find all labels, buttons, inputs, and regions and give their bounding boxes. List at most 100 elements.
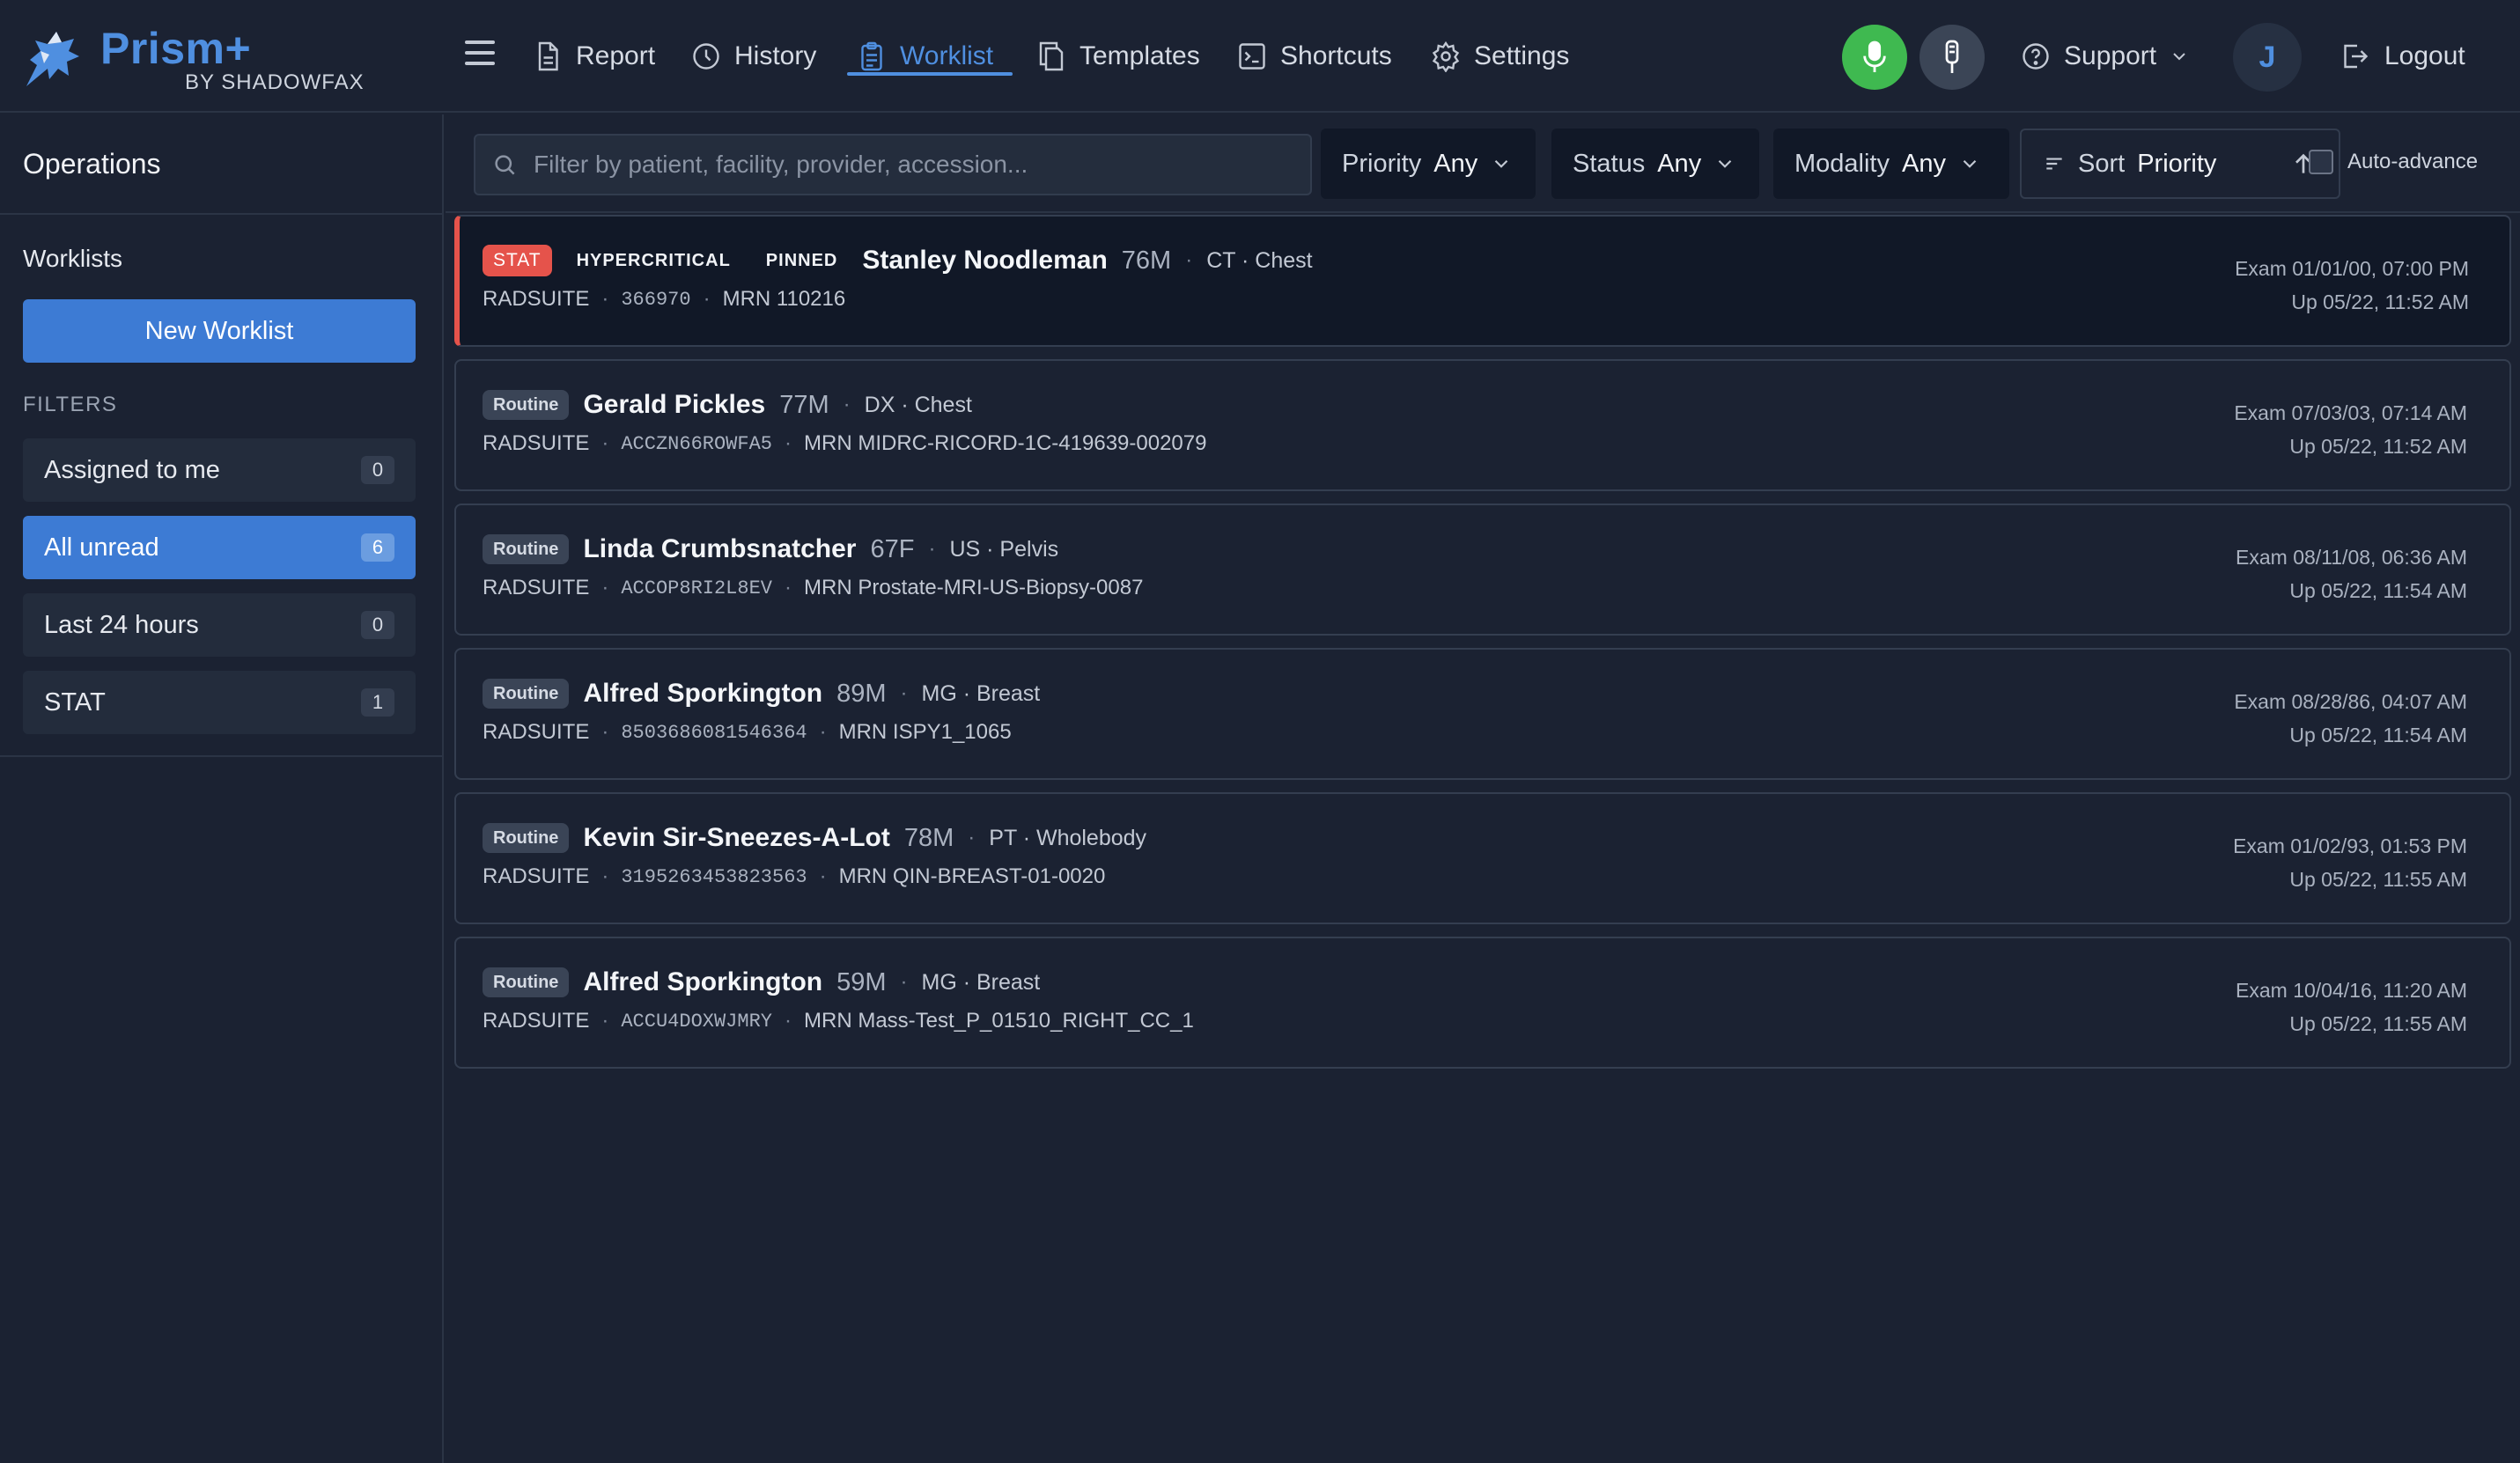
worklist-row[interactable]: Routine Alfred Sporkington 89M · MG · Br… [454,648,2511,780]
dictation-mic-button[interactable] [1842,25,1907,90]
row-header: Routine Kevin Sir-Sneezes-A-Lot 78M · PT… [483,820,1146,856]
user-avatar[interactable]: J [2233,23,2302,92]
nav-shortcuts[interactable]: Shortcuts [1236,32,1392,81]
new-worklist-button[interactable]: New Worklist [23,299,416,363]
filters-heading: FILTERS [23,393,118,416]
patient-name: Gerald Pickles [583,390,766,419]
support-label: Support [2064,41,2157,70]
auto-advance-checkbox[interactable] [2309,150,2333,174]
nav-templates[interactable]: Templates [1035,32,1200,81]
row-header: Routine Gerald Pickles 77M · DX · Chest [483,387,972,423]
separator-dot: · [928,537,936,561]
facility: RADSUITE [483,576,590,599]
filter-last-24-hours[interactable]: Last 24 hours 0 [23,593,416,657]
priority-badge: Routine [483,390,570,420]
help-circle-icon [2023,43,2049,70]
patient-name: Alfred Sporkington [583,679,823,708]
separator-dot: · [968,826,976,849]
menu-icon[interactable] [465,40,500,72]
facility: RADSUITE [483,287,590,311]
separator-dot: · [601,287,609,311]
filter-assigned-to-me[interactable]: Assigned to me 0 [23,438,416,502]
separator-dot: · [601,1009,609,1033]
updated-date: Up 05/22, 11:52 AM [2291,290,2469,313]
row-header: Routine Alfred Sporkington 89M · MG · Br… [483,676,1040,711]
facility: RADSUITE [483,864,590,888]
worklists-heading: Worklists [23,245,123,272]
nav-report-label: Report [576,41,656,70]
sort-control[interactable]: Sort Priority [2020,129,2340,199]
terminal-icon [1239,43,1265,70]
patient-age-sex: 78M [903,823,954,852]
priority-badge: STAT [483,245,552,276]
pen-icon [1945,40,1959,73]
microphone-icon [1863,40,1886,72]
row-dates: Exam 01/02/93, 01:53 PM Up 05/22, 11:55 … [2233,829,2467,896]
row-header: STAT HYPERCRITICAL PINNED Stanley Noodle… [483,243,1313,278]
separator-dot: · [601,720,609,744]
logout-button[interactable]: Logout [2339,32,2465,81]
worklist-row[interactable]: Routine Linda Crumbsnatcher 67F · US · P… [454,504,2511,636]
document-icon [538,41,558,71]
filter-all-unread[interactable]: All unread 6 [23,516,416,579]
divider [0,755,444,757]
logout-icon [2344,44,2369,69]
separator-dot: · [900,681,908,705]
facility: RADSUITE [483,1009,590,1033]
pen-tool-button[interactable] [1919,25,1985,90]
accession-number: ACCZN66ROWFA5 [621,432,772,455]
nav-active-indicator [847,72,1013,76]
filter-label: All unread [44,533,159,562]
modality-bodypart: DX · Chest [864,392,972,417]
facility: RADSUITE [483,431,590,455]
patient-name: Kevin Sir-Sneezes-A-Lot [583,823,890,852]
worklist-row[interactable]: Routine Kevin Sir-Sneezes-A-Lot 78M · PT… [454,792,2511,924]
separator-dot: · [785,1009,792,1033]
sidebar-title: Operations [23,148,161,180]
row-details: RADSUITE · 8503686081546364 · MRN ISPY1_… [483,720,1012,745]
auto-advance-toggle[interactable]: Auto-advance [2309,150,2478,174]
row-dates: Exam 08/11/08, 06:36 AM Up 05/22, 11:54 … [2236,540,2467,607]
exam-date: Exam 01/01/00, 07:00 PM [2235,257,2469,280]
modality-dropdown[interactable]: Modality Any [1773,129,2009,199]
app-name: Prism+ [100,24,252,73]
modality-value: Any [1902,149,1946,178]
brand[interactable]: Prism+ BY SHADOWFAX [18,18,370,97]
worklist-row[interactable]: Routine Gerald Pickles 77M · DX · Chest … [454,359,2511,491]
filter-stat[interactable]: STAT 1 [23,671,416,734]
modality-label: Modality [1794,149,1890,178]
row-details: RADSUITE · ACCZN66ROWFA5 · MRN MIDRC-RIC… [483,431,1206,456]
nav-report[interactable]: Report [532,32,655,81]
patient-age-sex: 67F [870,534,915,563]
hypercritical-tag: HYPERCRITICAL [576,250,731,270]
worklist-row[interactable]: STAT HYPERCRITICAL PINNED Stanley Noodle… [454,215,2511,347]
filter-count-badge: 0 [361,611,394,639]
row-details: RADSUITE · 366970 · MRN 110216 [483,287,845,312]
separator-dot: · [601,431,609,455]
status-dropdown[interactable]: Status Any [1551,129,1759,199]
modality-bodypart: US · Pelvis [949,536,1059,562]
separator-dot: · [819,720,827,744]
filter-label: Last 24 hours [44,610,199,639]
nav-settings[interactable]: Settings [1430,32,1569,81]
support-menu[interactable]: Support [2020,32,2190,81]
top-bar: Prism+ BY SHADOWFAX Report History Workl… [0,0,2520,113]
exam-date: Exam 10/04/16, 11:20 AM [2236,979,2467,1002]
filter-label: Assigned to me [44,455,220,484]
nav-settings-label: Settings [1474,41,1570,70]
search-icon [495,155,515,175]
separator-dot: · [703,287,711,311]
search-input[interactable] [534,151,1308,179]
exam-date: Exam 01/02/93, 01:53 PM [2233,834,2467,857]
priority-badge: Routine [483,534,570,564]
search-box [474,134,1312,195]
row-header: Routine Alfred Sporkington 59M · MG · Br… [483,965,1040,1000]
sort-lines-icon [2046,158,2062,170]
worklist-row[interactable]: Routine Alfred Sporkington 59M · MG · Br… [454,937,2511,1069]
copy-icon [1039,41,1064,71]
updated-date: Up 05/22, 11:55 AM [2289,868,2467,891]
chevron-down-icon [1718,159,1732,168]
priority-dropdown[interactable]: Priority Any [1321,129,1536,199]
nav-history[interactable]: History [690,32,816,81]
status-label: Status [1573,149,1646,178]
